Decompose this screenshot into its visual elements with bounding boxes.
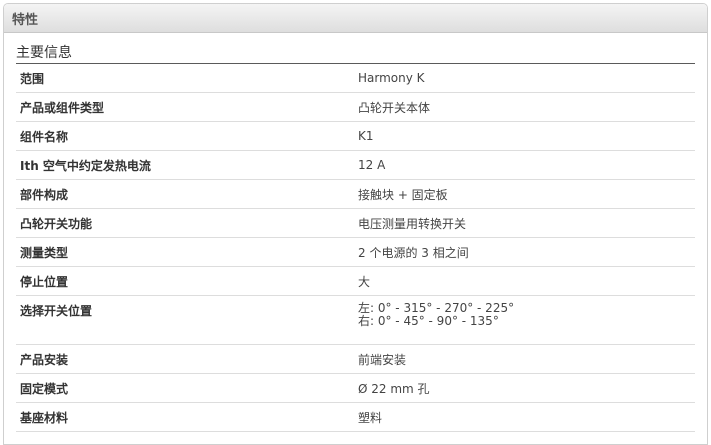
row-value-line: 右: 0° - 45° - 90° - 135° (358, 314, 499, 328)
table-row: 范围 Harmony K (16, 64, 695, 93)
panel-title: 特性 (12, 12, 39, 28)
row-value: 接触块 + 固定板 (358, 179, 695, 209)
characteristics-panel: 特性 主要信息 范围 Harmony K 产品或组件类型 凸轮开关本体 组件名称… (3, 3, 708, 445)
row-value: K1 (358, 121, 695, 151)
table-row: Ith 空气中约定发热电流 12 A (16, 150, 695, 180)
row-label: 固定模式 (16, 373, 358, 403)
row-label: 组件名称 (16, 121, 358, 151)
row-value: Harmony K (358, 64, 695, 93)
table-row: 基座材料 塑料 (16, 402, 695, 432)
row-label: 部件构成 (16, 179, 358, 209)
table-row: 产品或组件类型 凸轮开关本体 (16, 92, 695, 122)
table-row: 组件名称 K1 (16, 121, 695, 151)
table-row: 凸轮开关功能 电压测量用转换开关 (16, 208, 695, 238)
row-value: 2 个电源的 3 相之间 (358, 237, 695, 267)
row-label: 测量类型 (16, 237, 358, 267)
row-value: 凸轮开关本体 (358, 92, 695, 122)
row-label: 凸轮开关功能 (16, 208, 358, 238)
table-row: 固定模式 Ø 22 mm 孔 (16, 373, 695, 403)
row-label: 停止位置 (16, 266, 358, 296)
table-row: 停止位置 大 (16, 266, 695, 296)
row-value: 前端安装 (358, 344, 695, 374)
row-label: 选择开关位置 (16, 295, 358, 345)
panel-header: 特性 (4, 4, 707, 33)
row-label: 产品或组件类型 (16, 92, 358, 122)
row-value: 左: 0° - 315° - 270° - 225° 右: 0° - 45° -… (358, 295, 695, 345)
row-label: 产品安装 (16, 344, 358, 374)
row-value: 大 (358, 266, 695, 296)
table-row: 测量类型 2 个电源的 3 相之间 (16, 237, 695, 267)
section-title: 主要信息 (16, 44, 695, 64)
row-value: 塑料 (358, 402, 695, 432)
row-value: 12 A (358, 150, 695, 180)
row-value: 电压测量用转换开关 (358, 208, 695, 238)
row-label: Ith 空气中约定发热电流 (16, 150, 358, 180)
row-label: 基座材料 (16, 402, 358, 432)
row-label: 范围 (16, 64, 358, 93)
table-row: 选择开关位置 左: 0° - 315° - 270° - 225° 右: 0° … (16, 295, 695, 345)
row-value: Ø 22 mm 孔 (358, 373, 695, 403)
spec-table: 范围 Harmony K 产品或组件类型 凸轮开关本体 组件名称 K1 Ith … (16, 64, 695, 432)
table-row: 产品安装 前端安装 (16, 344, 695, 374)
table-row: 部件构成 接触块 + 固定板 (16, 179, 695, 209)
